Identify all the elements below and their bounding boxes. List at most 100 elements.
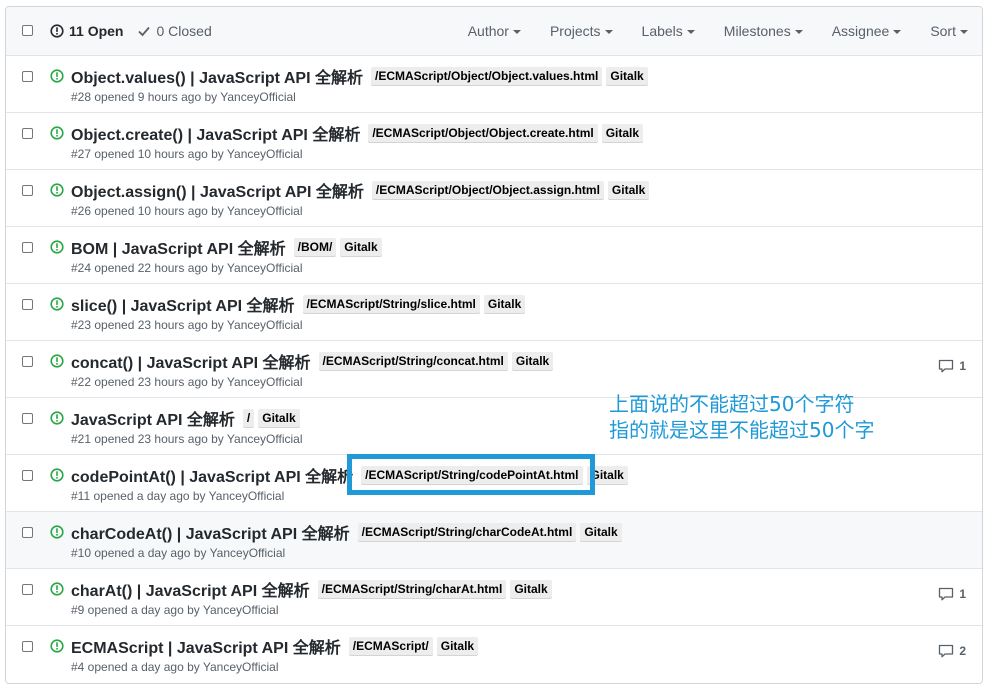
issue-meta: #11 opened a day ago by YanceyOfficial	[71, 489, 285, 503]
issue-status	[50, 468, 64, 487]
issue-meta: #9 opened a day ago by YanceyOfficial	[71, 603, 279, 617]
issue-title-link[interactable]: charCodeAt() | JavaScript API 全解析	[71, 520, 350, 544]
comments-link[interactable]: 2	[938, 644, 966, 658]
closed-issues-link[interactable]: 0 Closed	[137, 23, 212, 39]
issue-title-link[interactable]: BOM | JavaScript API 全解析	[71, 235, 286, 259]
issue-checkbox[interactable]	[22, 242, 33, 253]
issue-label[interactable]: Gitalk	[483, 294, 526, 314]
filter-label: Labels	[641, 23, 683, 39]
issue-title-line: Object.create() | JavaScript API 全解析/ECM…	[71, 121, 644, 145]
issue-title-link[interactable]: concat() | JavaScript API 全解析	[71, 349, 311, 373]
issue-label[interactable]: /ECMAScript/Object/Object.values.html	[370, 66, 603, 86]
issue-row[interactable]: codePointAt() | JavaScript API 全解析/ECMAS…	[6, 455, 982, 512]
issue-title-link[interactable]: charAt() | JavaScript API 全解析	[71, 577, 310, 601]
issue-checkbox[interactable]	[22, 185, 33, 196]
select-all-checkbox[interactable]	[22, 25, 33, 36]
annotation-text: 上面说的不能超过50个字符 指的就是这里不能超过50个字	[609, 391, 874, 443]
issue-status	[50, 411, 64, 430]
issue-title-line: codePointAt() | JavaScript API 全解析/ECMAS…	[71, 463, 628, 487]
issue-checkbox[interactable]	[22, 71, 33, 82]
issue-status	[50, 354, 64, 373]
filter-bar: Author Projects Labels Milestones Assign…	[439, 7, 968, 55]
issue-label[interactable]: Gitalk	[580, 522, 622, 542]
issue-checkbox[interactable]	[22, 128, 33, 139]
issue-row[interactable]: charAt() | JavaScript API 全解析/ECMAScript…	[6, 569, 982, 626]
issue-title-line: BOM | JavaScript API 全解析/BOM/Gitalk	[71, 235, 382, 259]
comments-link[interactable]: 1	[938, 359, 966, 373]
issue-status	[50, 639, 64, 658]
issue-label[interactable]: Gitalk	[601, 123, 644, 143]
issue-row[interactable]: Object.assign() | JavaScript API 全解析/ECM…	[6, 170, 982, 227]
issue-opened-icon	[50, 24, 64, 38]
issue-label[interactable]: /ECMAScript/String/slice.html	[302, 294, 480, 314]
issue-title-line: slice() | JavaScript API 全解析/ECMAScript/…	[71, 292, 526, 316]
filter-labels[interactable]: Labels	[642, 23, 695, 39]
chevron-down-icon	[794, 30, 803, 34]
issue-label[interactable]: Gitalk	[258, 408, 300, 428]
issue-checkbox[interactable]	[22, 527, 33, 538]
issue-title-link[interactable]: Object.assign() | JavaScript API 全解析	[71, 178, 364, 202]
issue-title-link[interactable]: slice() | JavaScript API 全解析	[71, 292, 295, 316]
issue-checkbox[interactable]	[22, 641, 33, 652]
issue-meta: #10 opened a day ago by YanceyOfficial	[71, 546, 286, 560]
issue-title-link[interactable]: ECMAScript | JavaScript API 全解析	[71, 634, 341, 658]
comments-link[interactable]: 1	[938, 587, 966, 601]
annotation-line: 上面说的不能超过50个字符	[609, 392, 855, 416]
issue-meta: #23 opened 23 hours ago by YanceyOfficia…	[71, 318, 303, 332]
issue-row[interactable]: concat() | JavaScript API 全解析/ECMAScript…	[6, 341, 982, 398]
issue-label[interactable]: /ECMAScript/String/codePointAt.html	[361, 465, 583, 485]
issues-list-header: 11 Open 0 Closed Author Projects Labels …	[6, 7, 982, 56]
filter-projects[interactable]: Projects	[550, 23, 613, 39]
issue-row[interactable]: BOM | JavaScript API 全解析/BOM/Gitalk #24 o…	[6, 227, 982, 284]
filter-author[interactable]: Author	[468, 23, 521, 39]
issue-label[interactable]: /ECMAScript/String/charAt.html	[317, 579, 507, 599]
filter-label: Milestones	[723, 23, 791, 39]
issue-checkbox[interactable]	[22, 413, 33, 424]
issue-checkbox[interactable]	[22, 584, 33, 595]
issue-status	[50, 69, 64, 88]
annotation-line: 指的就是这里不能超过50个字	[609, 418, 875, 442]
issue-label[interactable]: /ECMAScript/String/concat.html	[318, 351, 508, 371]
issue-opened-icon	[50, 354, 64, 368]
issue-label[interactable]: /ECMAScript/	[348, 636, 433, 656]
issue-status	[50, 582, 64, 601]
filter-milestones[interactable]: Milestones	[724, 23, 803, 39]
issue-opened-icon	[50, 126, 64, 140]
issue-row[interactable]: ECMAScript | JavaScript API 全解析/ECMAScri…	[6, 626, 982, 683]
open-issues-link[interactable]: 11 Open	[50, 23, 123, 39]
issue-rows: Object.values() | JavaScript API 全解析/ECM…	[6, 56, 982, 683]
issue-meta: #24 opened 22 hours ago by YanceyOfficia…	[71, 261, 303, 275]
issue-label[interactable]: Gitalk	[586, 465, 628, 485]
issue-row[interactable]: charCodeAt() | JavaScript API 全解析/ECMASc…	[6, 512, 982, 569]
issue-row[interactable]: slice() | JavaScript API 全解析/ECMAScript/…	[6, 284, 982, 341]
issue-label[interactable]: Gitalk	[510, 579, 552, 599]
issue-label[interactable]: Gitalk	[607, 180, 650, 200]
issue-row[interactable]: Object.values() | JavaScript API 全解析/ECM…	[6, 56, 982, 113]
issue-label[interactable]: /ECMAScript/Object/Object.create.html	[368, 123, 598, 143]
issue-checkbox[interactable]	[22, 299, 33, 310]
filter-sort[interactable]: Sort	[930, 23, 968, 39]
issue-row[interactable]: Object.create() | JavaScript API 全解析/ECM…	[6, 113, 982, 170]
issue-title-line: ECMAScript | JavaScript API 全解析/ECMAScri…	[71, 634, 479, 658]
issue-label[interactable]: /ECMAScript/String/charCodeAt.html	[357, 522, 577, 542]
issue-label[interactable]: Gitalk	[606, 66, 648, 86]
chevron-down-icon	[512, 30, 521, 34]
issue-label[interactable]: Gitalk	[340, 237, 382, 257]
issue-checkbox[interactable]	[22, 470, 33, 481]
issue-checkbox[interactable]	[22, 356, 33, 367]
comment-icon	[939, 644, 954, 658]
issue-label[interactable]: /ECMAScript/Object/Object.assign.html	[371, 180, 604, 200]
issue-label[interactable]: /BOM/	[293, 237, 337, 257]
issue-meta: #4 opened a day ago by YanceyOfficial	[71, 660, 279, 674]
issue-title-link[interactable]: Object.create() | JavaScript API 全解析	[71, 121, 360, 145]
issue-label[interactable]: Gitalk	[436, 636, 479, 656]
issue-opened-icon	[50, 468, 64, 482]
issue-opened-icon	[50, 411, 64, 425]
issue-title-link[interactable]: codePointAt() | JavaScript API 全解析	[71, 463, 353, 487]
filter-assignee[interactable]: Assignee	[832, 23, 902, 39]
issue-meta: #22 opened 23 hours ago by YanceyOfficia…	[71, 375, 303, 389]
issue-title-link[interactable]: Object.values() | JavaScript API 全解析	[71, 64, 363, 88]
issue-label[interactable]: /	[242, 408, 255, 428]
issue-title-link[interactable]: JavaScript API 全解析	[71, 406, 235, 430]
issue-label[interactable]: Gitalk	[511, 351, 554, 371]
